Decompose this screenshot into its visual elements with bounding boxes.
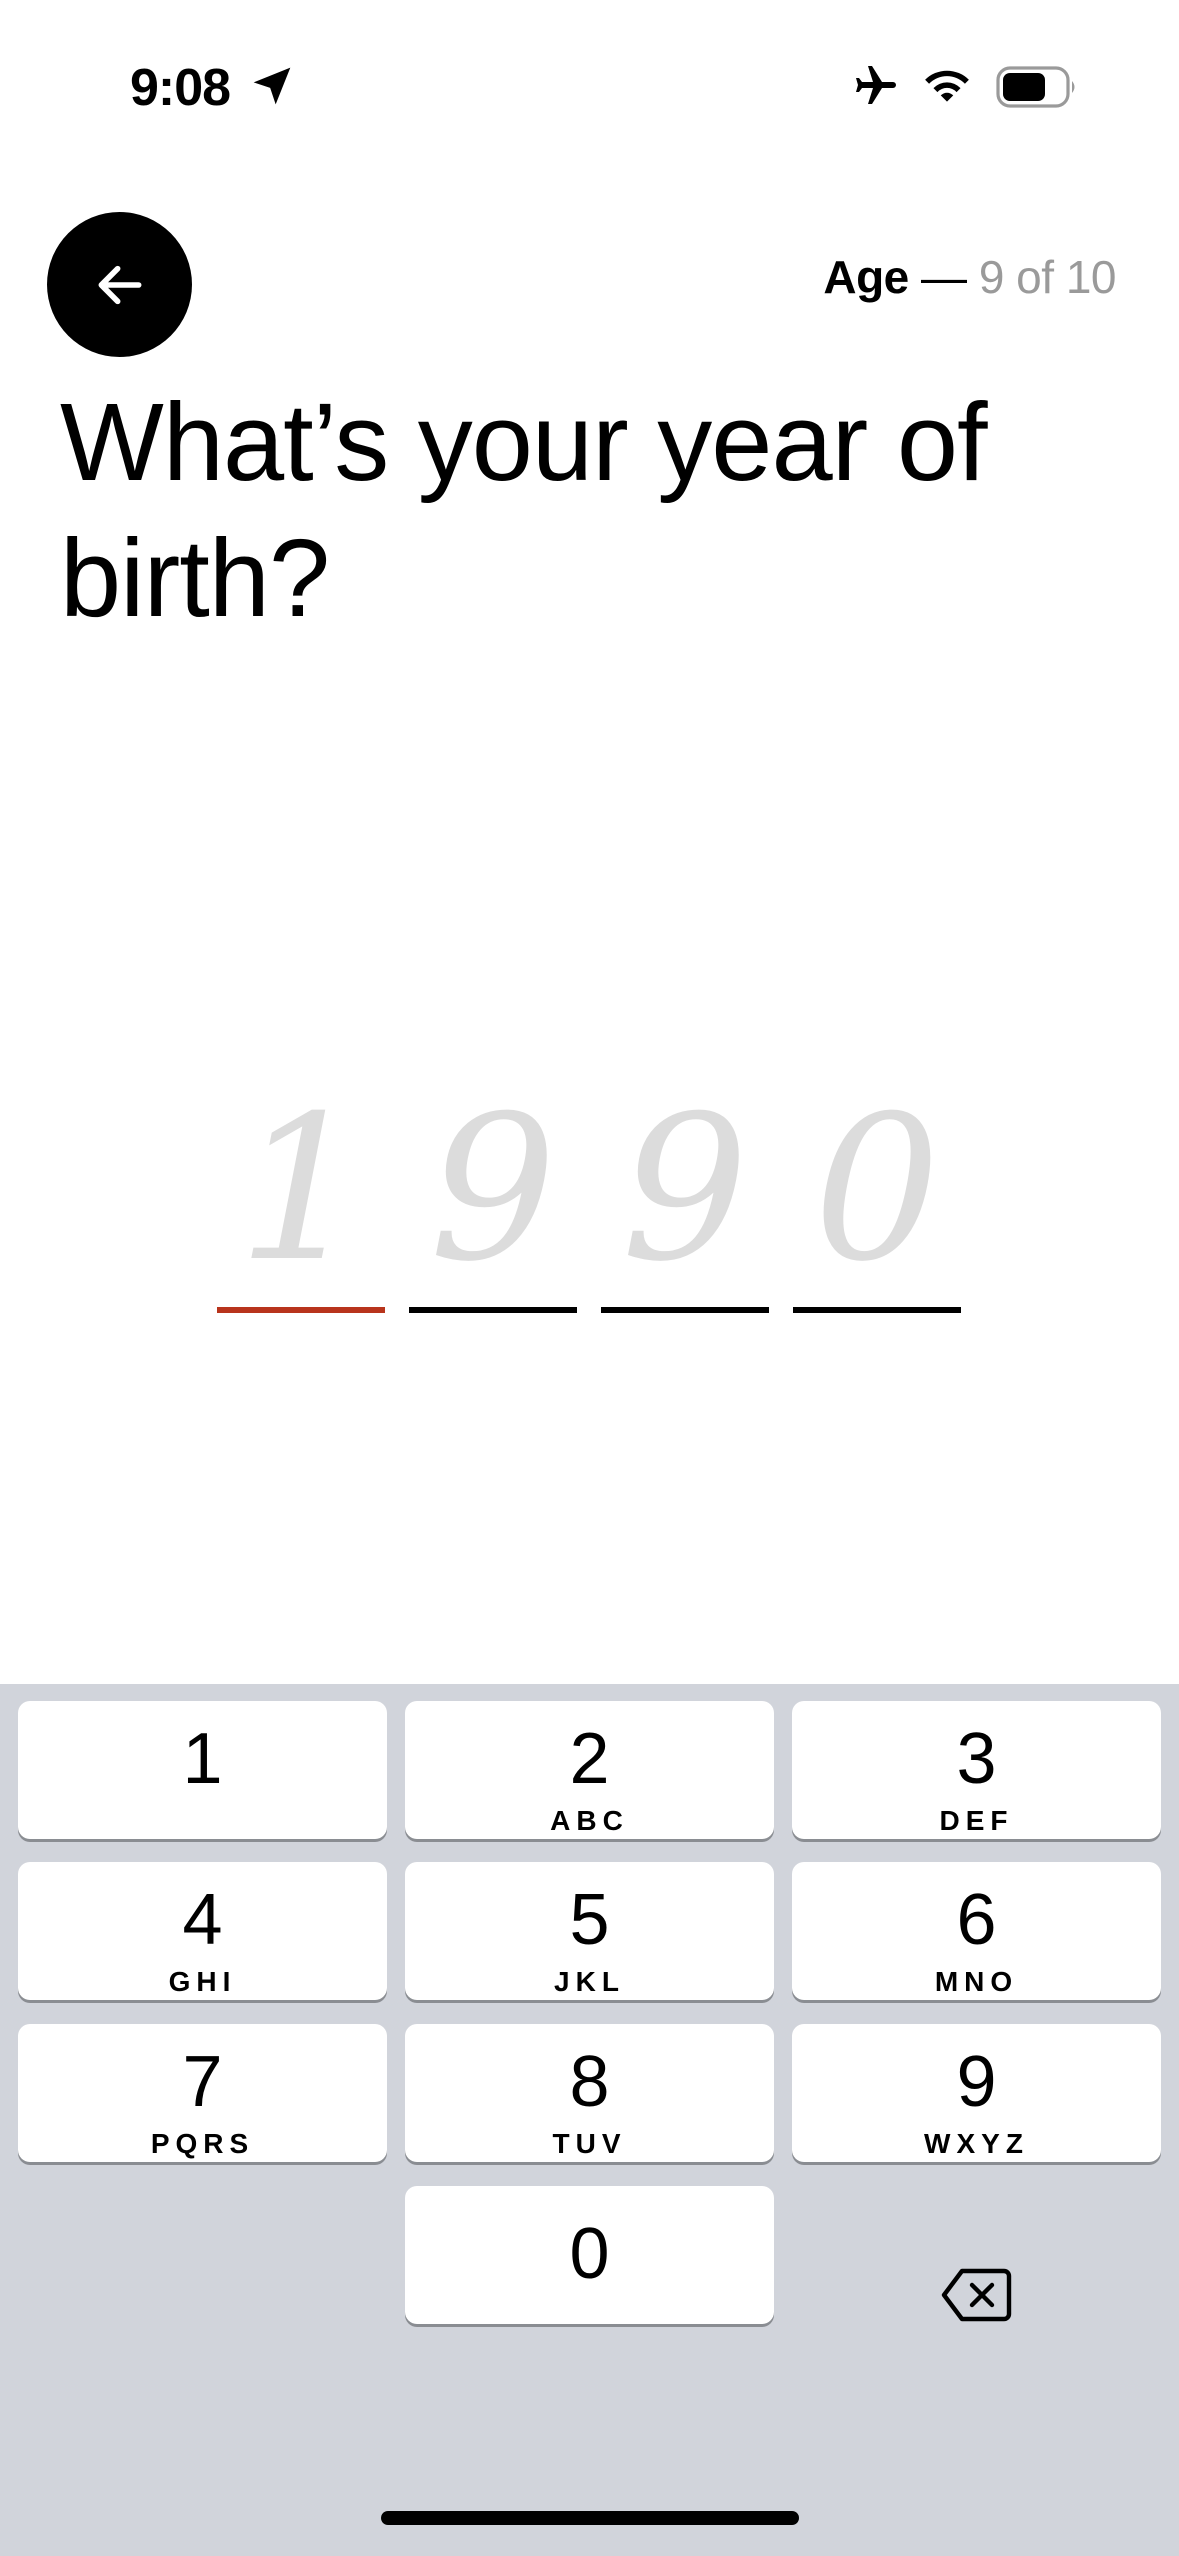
status-time: 9:08 xyxy=(130,59,231,117)
key-digit: 7 xyxy=(182,2042,223,2122)
home-indicator xyxy=(381,2511,799,2525)
key-6[interactable]: 6 MNO xyxy=(792,1862,1161,2000)
digit-underline-active xyxy=(217,1307,385,1313)
digit-placeholder: 9 xyxy=(621,1073,749,1306)
wifi-icon xyxy=(925,70,969,102)
key-digit: 3 xyxy=(956,1719,997,1799)
key-digit: 5 xyxy=(569,1880,610,1960)
step-progress: Age — 9 of 10 xyxy=(823,250,1116,304)
year-digit-2[interactable]: 9 xyxy=(409,1090,577,1315)
progress-count: 9 of 10 xyxy=(978,251,1117,303)
key-3[interactable]: 3 DEF xyxy=(792,1701,1161,1839)
key-8[interactable]: 8 TUV xyxy=(405,2024,774,2162)
location-arrow-icon xyxy=(253,67,291,105)
key-digit: 0 xyxy=(569,2214,610,2294)
digit-underline xyxy=(601,1307,769,1313)
key-letters: JKL xyxy=(554,1966,625,1997)
arrow-left-icon xyxy=(98,265,141,304)
year-digit-3[interactable]: 9 xyxy=(601,1090,769,1315)
key-digit: 4 xyxy=(182,1880,223,1960)
key-0[interactable]: 0 xyxy=(405,2186,774,2324)
year-digit-4[interactable]: 0 xyxy=(793,1090,961,1315)
key-2[interactable]: 2 ABC xyxy=(405,1701,774,1839)
key-5[interactable]: 5 JKL xyxy=(405,1862,774,2000)
digit-underline xyxy=(409,1307,577,1313)
delete-key[interactable] xyxy=(791,2226,1160,2364)
key-letters: PQRS xyxy=(150,2128,255,2159)
key-letters: DEF xyxy=(939,1805,1014,1836)
digit-placeholder: 0 xyxy=(813,1073,941,1306)
progress-section: Age xyxy=(823,251,909,303)
key-digit: 2 xyxy=(569,1719,610,1799)
key-letters: TUV xyxy=(552,2128,627,2159)
key-letters: MNO xyxy=(934,1966,1019,1997)
digit-placeholder: 9 xyxy=(429,1073,557,1306)
key-digit: 1 xyxy=(182,1719,223,1799)
airplane-mode-icon xyxy=(856,66,896,104)
key-1[interactable]: 1 xyxy=(18,1701,387,1839)
year-of-birth-input[interactable]: 1 9 9 0 xyxy=(217,1090,962,1315)
key-letters: ABC xyxy=(550,1805,629,1836)
key-7[interactable]: 7 PQRS xyxy=(18,2024,387,2162)
year-digit-1[interactable]: 1 xyxy=(217,1090,385,1315)
key-letters: WXYZ xyxy=(924,2128,1029,2159)
page-title: What’s your year of birth? xyxy=(60,381,988,640)
key-digit: 8 xyxy=(569,2042,610,2122)
progress-separator: — xyxy=(908,251,979,303)
key-digit: 6 xyxy=(956,1880,997,1960)
key-9[interactable]: 9 WXYZ xyxy=(792,2024,1161,2162)
key-digit: 9 xyxy=(956,2042,997,2122)
key-letters: GHI xyxy=(168,1966,237,1997)
battery-icon xyxy=(996,66,1075,108)
back-button[interactable] xyxy=(47,212,192,357)
key-4[interactable]: 4 GHI xyxy=(18,1862,387,2000)
digit-underline xyxy=(793,1307,961,1313)
backspace-icon xyxy=(941,2268,1011,2322)
digit-placeholder: 1 xyxy=(237,1073,365,1306)
